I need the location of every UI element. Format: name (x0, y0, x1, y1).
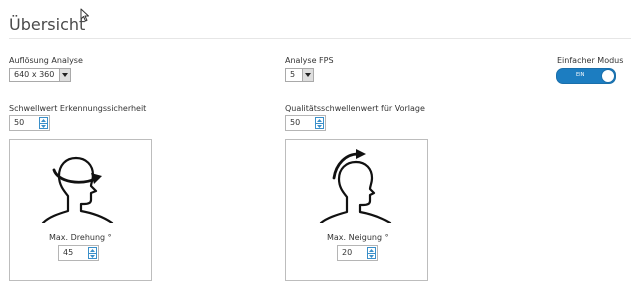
detection-threshold-label: Schwellwert Erkennungssicherheit (9, 104, 147, 113)
stepper-buttons[interactable] (315, 117, 324, 129)
chevron-down-icon (305, 73, 311, 77)
head-tilt-icon (319, 149, 392, 223)
fps-dropdown-button[interactable] (302, 69, 313, 81)
title-divider (9, 38, 631, 39)
chevron-up-icon[interactable] (369, 249, 374, 252)
rotation-value: 45 (63, 248, 74, 257)
fps-select[interactable]: 5 (285, 68, 314, 82)
toggle-knob (601, 69, 615, 83)
chevron-down-icon[interactable] (41, 125, 46, 128)
tilt-value: 20 (342, 248, 353, 257)
resolution-label: Auflösung Analyse (9, 56, 83, 65)
rotation-panel: Max. Drehung ° 45 (9, 139, 152, 281)
chevron-up-icon[interactable] (90, 249, 95, 252)
chevron-down-icon[interactable] (90, 255, 95, 258)
chevron-down-icon[interactable] (317, 125, 322, 128)
fps-label: Analyse FPS (285, 56, 334, 65)
detection-threshold-stepper[interactable]: 50 (9, 115, 50, 131)
head-rotation-icon (41, 156, 114, 223)
chevron-up-icon[interactable] (41, 119, 46, 122)
tilt-panel: Max. Neigung ° 20 (285, 139, 428, 281)
resolution-select[interactable]: 640 x 360 (9, 68, 71, 82)
rotation-label: Max. Drehung ° (49, 233, 112, 242)
simple-mode-label: Einfacher Modus (557, 56, 624, 65)
chevron-up-icon[interactable] (317, 119, 322, 122)
simple-mode-toggle[interactable]: EIN (556, 68, 616, 84)
tilt-label: Max. Neigung ° (327, 233, 389, 242)
stepper-buttons[interactable] (88, 247, 97, 259)
quality-threshold-value: 50 (290, 118, 301, 127)
quality-threshold-label: Qualitätsschwellenwert für Vorlage (285, 104, 425, 113)
rotation-stepper[interactable]: 45 (58, 245, 99, 261)
tilt-stepper[interactable]: 20 (337, 245, 378, 261)
page-title: Übersicht (9, 15, 86, 34)
resolution-value: 640 x 360 (14, 70, 55, 79)
toggle-state-text: EIN (576, 72, 585, 78)
chevron-down-icon (62, 73, 68, 77)
quality-threshold-stepper[interactable]: 50 (285, 115, 326, 131)
chevron-down-icon[interactable] (369, 255, 374, 258)
resolution-dropdown-button[interactable] (59, 69, 70, 81)
stepper-buttons[interactable] (367, 247, 376, 259)
stepper-buttons[interactable] (39, 117, 48, 129)
detection-threshold-value: 50 (14, 118, 25, 127)
fps-value: 5 (290, 70, 296, 79)
